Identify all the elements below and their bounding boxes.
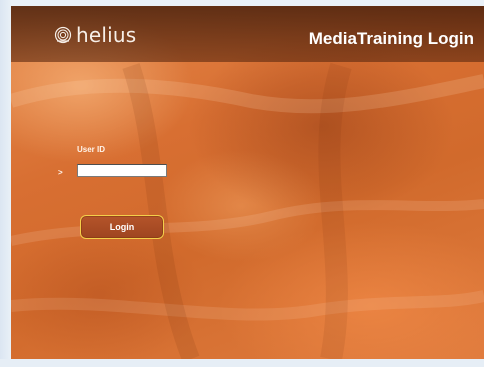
page-title: MediaTraining Login	[308, 29, 474, 48]
window-left-frame	[0, 0, 11, 367]
window-bottom-frame	[0, 359, 484, 367]
input-prompt-marker: >	[58, 168, 63, 177]
login-page: helius MediaTraining Login User ID > Log…	[11, 6, 484, 359]
login-button[interactable]: Login	[80, 215, 164, 239]
logo-text: helius	[76, 23, 137, 47]
brand-logo: helius	[54, 25, 136, 45]
helius-swirl-icon	[54, 26, 72, 44]
user-id-input[interactable]	[77, 164, 167, 177]
header-bar: helius MediaTraining Login	[11, 6, 484, 62]
user-id-label: User ID	[77, 145, 106, 154]
